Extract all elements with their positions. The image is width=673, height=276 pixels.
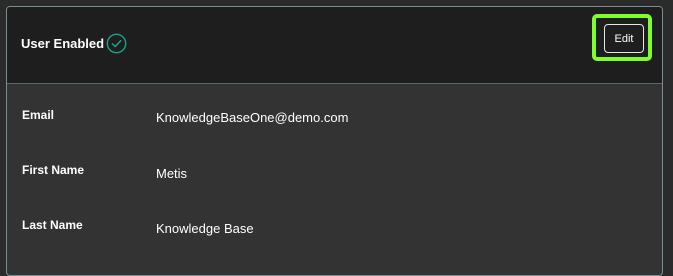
email-label: Email — [22, 108, 55, 122]
email-value: KnowledgeBaseOne@demo.com — [156, 110, 349, 125]
check-circle-icon — [106, 33, 127, 54]
user-status-label: User Enabled — [21, 36, 105, 51]
first-name-value: Metis — [156, 166, 188, 181]
last-name-value: Knowledge Base — [156, 221, 254, 236]
first-name-label: First Name — [22, 163, 85, 177]
last-name-label: Last Name — [22, 218, 83, 232]
edit-button[interactable]: Edit — [604, 24, 644, 53]
card-header: User Enabled — [7, 7, 662, 84]
user-details-card: User Enabled Email KnowledgeBaseOne@demo… — [6, 6, 663, 276]
